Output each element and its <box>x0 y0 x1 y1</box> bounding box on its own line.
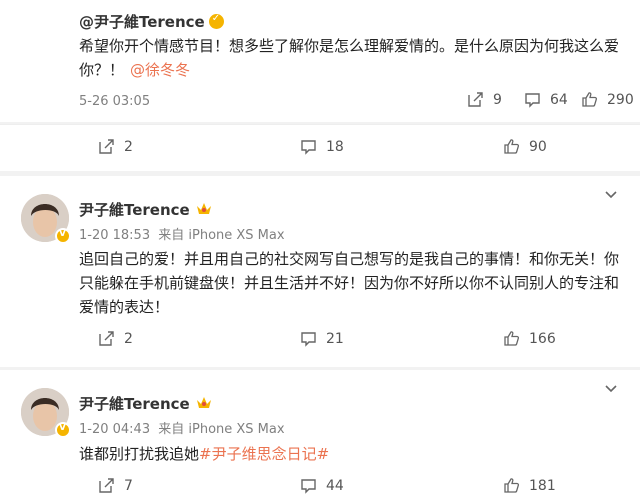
repost-button[interactable]: 2 <box>98 330 133 347</box>
hashtag-link[interactable]: #尹子维思念日记# <box>199 445 329 463</box>
like-count: 290 <box>607 91 634 108</box>
comment-icon <box>525 93 540 108</box>
repost-icon <box>468 92 483 107</box>
quoted-author[interactable]: @尹子維Terence <box>79 11 224 32</box>
repost-icon <box>99 478 114 493</box>
comment-count: 64 <box>550 91 568 108</box>
verified-badge-icon <box>55 228 71 244</box>
comment-count: 44 <box>326 477 344 494</box>
like-icon <box>504 139 520 154</box>
comment-icon <box>301 479 316 494</box>
quoted-post-card: @尹子維Terence 希望你开个情感节目！想多些了解你是怎么理解爱情的。是什么… <box>0 0 640 122</box>
vip-crown-icon <box>196 397 211 408</box>
comment-button[interactable]: 18 <box>300 138 344 155</box>
author-name[interactable]: 尹子維Terence <box>79 201 190 219</box>
weibo-post-card: 尹子維Terence 1-20 18:53 来自 iPhone XS Max 追… <box>0 176 640 367</box>
post-source: 来自 iPhone XS Max <box>158 422 285 437</box>
quoted-post-text: 希望你开个情感节目！想多些了解你是怎么理解爱情的。是什么原因为何我这么爱你？！ @… <box>79 34 624 82</box>
like-button[interactable]: 166 <box>503 330 556 347</box>
post-author[interactable]: 尹子維Terence <box>79 199 212 220</box>
author-name[interactable]: 尹子維Terence <box>79 395 190 413</box>
comment-count: 21 <box>326 330 344 347</box>
vip-crown-icon <box>196 203 211 214</box>
chevron-down-icon[interactable] <box>604 190 618 200</box>
like-button[interactable]: 181 <box>503 477 556 494</box>
like-count: 90 <box>529 138 547 155</box>
repost-icon <box>99 139 114 154</box>
mention-link[interactable]: @徐冬冬 <box>130 61 190 79</box>
post-text: 谁都别打扰我追她#尹子维思念日记# <box>79 442 629 466</box>
post-text: 追回自己的爱！并且用自己的社交网写自己想写的是我自己的事情！和你无关！你只能躲在… <box>79 250 620 316</box>
quoted-author-name[interactable]: @尹子維Terence <box>79 13 205 31</box>
post-time[interactable]: 1-20 04:43 <box>79 422 150 437</box>
quoted-like-button[interactable]: 290 <box>581 91 634 108</box>
post-text-body: 谁都别打扰我追她 <box>79 445 200 463</box>
repost-count: 9 <box>493 91 502 108</box>
repost-button[interactable]: 2 <box>98 138 133 155</box>
post-time[interactable]: 1-20 18:53 <box>79 228 150 243</box>
comment-icon <box>301 332 316 347</box>
like-icon <box>504 331 520 346</box>
post-meta: 1-20 18:53 来自 iPhone XS Max <box>79 224 285 243</box>
repost-count: 2 <box>124 330 133 347</box>
quoted-comment-button[interactable]: 64 <box>524 91 568 108</box>
comment-button[interactable]: 44 <box>300 477 344 494</box>
post-author[interactable]: 尹子維Terence <box>79 393 212 414</box>
like-icon <box>582 92 598 107</box>
comment-icon <box>301 140 316 155</box>
verified-badge-icon <box>208 13 224 29</box>
verified-badge-icon <box>55 422 71 438</box>
weibo-post-card: 尹子維Terence 1-20 04:43 来自 iPhone XS Max 谁… <box>0 370 640 500</box>
quoted-repost-button[interactable]: 9 <box>467 91 502 108</box>
like-count: 181 <box>529 477 556 494</box>
like-count: 166 <box>529 330 556 347</box>
like-button[interactable]: 90 <box>503 138 547 155</box>
chevron-down-icon[interactable] <box>604 384 618 394</box>
post-meta: 1-20 04:43 来自 iPhone XS Max <box>79 418 285 437</box>
post-action-bar: 2 18 90 <box>0 124 640 171</box>
comment-button[interactable]: 21 <box>300 330 344 347</box>
repost-button[interactable]: 7 <box>98 477 133 494</box>
like-icon <box>504 478 520 493</box>
post-source: 来自 iPhone XS Max <box>158 228 285 243</box>
repost-count: 2 <box>124 138 133 155</box>
repost-icon <box>99 331 114 346</box>
repost-count: 7 <box>124 477 133 494</box>
quoted-post-time: 5-26 03:05 <box>79 94 151 109</box>
comment-count: 18 <box>326 138 344 155</box>
